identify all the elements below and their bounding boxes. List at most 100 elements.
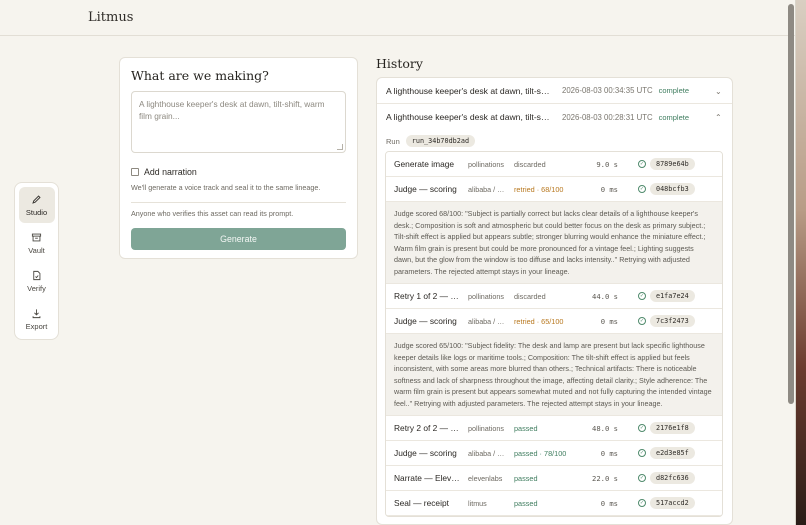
step-row[interactable]: Judge — scoring alibaba / qwen retried · 6…	[386, 177, 722, 202]
composer-card: What are we making? A lighthouse keeper'…	[119, 57, 358, 259]
scrollbar[interactable]	[788, 4, 794, 404]
check-circle-icon: ✓	[638, 424, 646, 433]
check-circle-icon: ✓	[638, 185, 646, 193]
step-hash[interactable]: 7c3f2473	[650, 315, 695, 328]
entry-timestamp: 2026-08-03 00:28:31 UTC	[562, 112, 653, 122]
narration-hint: We'll generate a voice track and seal it…	[131, 183, 321, 192]
step-duration: 0 ms	[600, 316, 618, 326]
rail-item-vault[interactable]: Vault	[19, 225, 55, 261]
check-circle-icon: ✓	[638, 160, 646, 168]
judge-note: Judge scored 68/100: "Subject is partial…	[386, 202, 722, 285]
run-line: Run run_34b70db2ad	[377, 130, 732, 151]
step-status: retried · 65/100	[514, 316, 564, 326]
history-panel: A lighthouse keeper's desk at dawn, tilt…	[376, 77, 733, 525]
step-name: Judge — scoring	[394, 184, 457, 194]
step-list: Generate image pollinations discarded 9.0 s…	[385, 151, 723, 518]
step-duration: 0 ms	[600, 498, 618, 508]
judge-note: Judge scored 65/100: "Subject fidelity: …	[386, 334, 722, 417]
step-status: passed · 78/100	[514, 448, 567, 458]
entry-timestamp: 2026-08-03 00:34:35 UTC	[562, 86, 653, 95]
step-row[interactable]: Judge — scoring alibaba / qwen passed · 78…	[386, 441, 722, 467]
step-row[interactable]: Seal — receipt litmus passed 0 ms ✓ 517accd2	[386, 491, 722, 517]
check-circle-icon: ✓	[638, 499, 646, 508]
file-check-icon	[33, 270, 41, 280]
step-name: Judge — scoring	[394, 448, 457, 459]
step-hash[interactable]: e1fa7e24	[650, 290, 695, 303]
check-circle-icon: ✓	[638, 474, 646, 483]
step-row[interactable]: Narrate — ElevenLabs elevenlabs passed 22.0…	[386, 466, 722, 492]
step-provider: elevenlabs	[468, 473, 503, 483]
app-window: Litmus Studio Vault Verify Export What a…	[0, 0, 796, 525]
step-status: retried · 68/100	[514, 184, 564, 194]
step-status: passed	[514, 473, 538, 483]
check-circle-icon: ✓	[638, 292, 646, 301]
check-circle-icon: ✓	[638, 449, 646, 458]
app-title: Litmus	[88, 10, 134, 25]
step-name: Narrate — ElevenLabs	[394, 473, 461, 484]
step-hash[interactable]: e2d3e85f	[650, 447, 695, 460]
rail-label: Vault	[28, 245, 45, 255]
step-duration: 0 ms	[600, 184, 618, 194]
chevron-down-icon[interactable]: ⌄	[715, 87, 723, 96]
step-provider: alibaba / qwen	[468, 448, 507, 458]
narration-toggle[interactable]: Add narration	[131, 167, 346, 177]
step-name: Seal — receipt	[394, 498, 449, 509]
step-provider: litmus	[468, 498, 487, 508]
step-provider: alibaba / qwen	[468, 316, 507, 326]
step-hash[interactable]: 048bcfb3	[650, 183, 695, 195]
prompt-placeholder: A lighthouse keeper's desk at dawn, tilt…	[139, 99, 325, 122]
step-status: passed	[514, 498, 538, 508]
generate-button[interactable]: Generate	[131, 228, 346, 250]
step-hash[interactable]: 517accd2	[650, 497, 695, 510]
step-provider: pollinations	[468, 159, 504, 169]
history-title: History	[376, 56, 423, 71]
rail-label: Verify	[27, 283, 46, 293]
entry-title: A lighthouse keeper's desk at dawn, tilt…	[386, 85, 554, 96]
history-entry[interactable]: A lighthouse keeper's desk at dawn, tilt…	[377, 78, 732, 104]
check-circle-icon: ✓	[638, 317, 646, 326]
step-row[interactable]: Retry 1 of 2 — Generate image pollination…	[386, 284, 722, 310]
step-hash[interactable]: d82fc636	[650, 472, 695, 485]
step-duration: 22.0 s	[592, 473, 618, 483]
rail-label: Studio	[25, 207, 48, 217]
step-duration: 44.0 s	[592, 291, 618, 301]
rail-item-verify[interactable]: Verify	[19, 263, 55, 299]
step-name: Judge — scoring	[394, 316, 457, 327]
step-provider: pollinations	[468, 291, 504, 301]
resize-handle[interactable]	[337, 144, 343, 150]
rail-item-studio[interactable]: Studio	[18, 187, 55, 223]
step-status: discarded	[514, 291, 546, 301]
step-hash[interactable]: 2176e1f8	[650, 422, 695, 435]
step-status: discarded	[514, 159, 546, 169]
step-row[interactable]: Judge — scoring alibaba / qwen retried · 6…	[386, 309, 722, 335]
composer-heading: What are we making?	[131, 68, 269, 83]
step-row[interactable]: Retry 2 of 2 — Generate image pollination…	[386, 416, 722, 442]
divider	[131, 202, 346, 203]
step-name: Retry 1 of 2 — Generate image	[394, 291, 461, 302]
entry-status: complete	[658, 86, 690, 95]
visibility-hint: Anyone who verifies this asset can read …	[131, 209, 294, 218]
step-hash[interactable]: 8789e64b	[650, 158, 695, 170]
run-label: Run	[386, 136, 400, 146]
step-provider: alibaba / qwen	[468, 184, 507, 194]
step-name: Generate image	[394, 159, 455, 169]
narration-label: Add narration	[144, 167, 197, 177]
step-duration: 0 ms	[600, 448, 618, 458]
step-duration: 48.0 s	[592, 423, 618, 433]
step-duration: 9.0 s	[596, 159, 618, 169]
side-rail: Studio Vault Verify Export	[14, 182, 59, 340]
narration-checkbox[interactable]	[131, 168, 139, 176]
prompt-input[interactable]: A lighthouse keeper's desk at dawn, tilt…	[131, 91, 346, 153]
rail-label: Export	[25, 321, 48, 331]
step-row[interactable]: Generate image pollinations discarded 9.0 s…	[386, 152, 722, 177]
download-icon	[32, 308, 41, 318]
chevron-up-icon[interactable]: ⌃	[715, 113, 723, 122]
step-status: passed	[514, 423, 538, 433]
history-entry-expanded[interactable]: A lighthouse keeper's desk at dawn, tilt…	[377, 104, 732, 130]
run-id: run_34b70db2ad	[405, 135, 476, 147]
rail-item-export[interactable]: Export	[19, 301, 55, 337]
step-name: Retry 2 of 2 — Generate image	[394, 423, 461, 434]
top-bar: Litmus	[0, 0, 795, 36]
archive-icon	[31, 233, 42, 241]
entry-title: A lighthouse keeper's desk at dawn, tilt…	[386, 112, 554, 122]
